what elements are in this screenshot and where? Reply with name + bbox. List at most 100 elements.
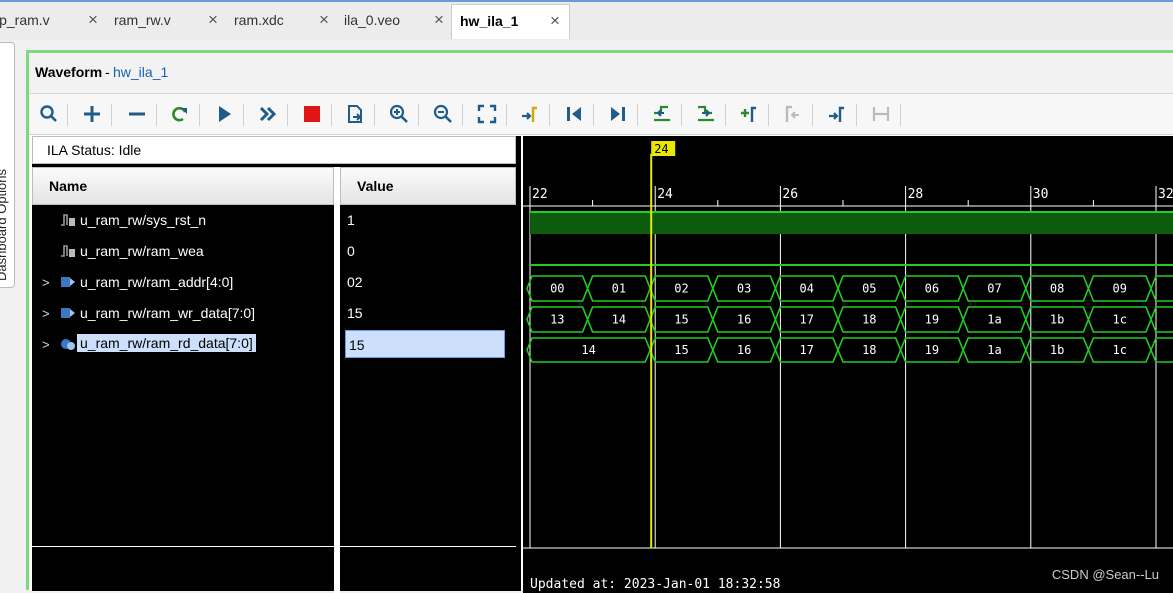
- probe-bus-icon: [61, 339, 75, 350]
- signal-value: 02: [347, 274, 363, 290]
- close-icon[interactable]: ×: [319, 4, 329, 36]
- go-to-end-icon[interactable]: [604, 100, 632, 128]
- signal-value: 1: [347, 212, 355, 228]
- tab-ila-0-veo[interactable]: ila_0.veo ×: [338, 4, 450, 38]
- ram-rd-data-value: 1c: [1112, 343, 1126, 357]
- tab-ram-rw[interactable]: ram_rw.v ×: [107, 4, 225, 38]
- signal-row[interactable]: > u_ram_rw/ram_wr_data[7:0]: [32, 299, 334, 329]
- ram-wr-data-value: 18: [862, 313, 876, 327]
- close-icon[interactable]: ×: [208, 4, 218, 36]
- remove-icon[interactable]: [123, 100, 151, 128]
- close-icon[interactable]: ×: [550, 5, 560, 37]
- ram-addr-value: 02: [674, 282, 688, 296]
- ila-status-bar: ILA Status: Idle: [32, 136, 516, 164]
- ram-addr-value: 04: [799, 282, 813, 296]
- close-icon[interactable]: ×: [88, 4, 98, 36]
- column-divider[interactable]: [334, 167, 340, 593]
- search-icon[interactable]: [35, 100, 63, 128]
- signal-value: 0: [347, 243, 355, 259]
- signal-row-selected[interactable]: > u_ram_rw/ram_rd_data[7:0]: [32, 330, 334, 360]
- expand-chevron-icon[interactable]: >: [42, 337, 50, 352]
- tab-label: ila_0.veo: [344, 12, 401, 28]
- previous-transition-icon[interactable]: [648, 100, 676, 128]
- signal-value-selected[interactable]: 15: [345, 330, 505, 358]
- export-icon[interactable]: [341, 100, 369, 128]
- ram-addr-value: 06: [925, 282, 939, 296]
- signal-name: u_ram_rw/ram_rd_data[7:0]: [77, 334, 256, 352]
- signal-name: u_ram_rw/sys_rst_n: [80, 212, 207, 228]
- go-to-start-icon[interactable]: [560, 100, 588, 128]
- previous-marker-icon[interactable]: [779, 100, 807, 128]
- value-column-header[interactable]: Value: [340, 167, 516, 205]
- tab-label: ram.xdc: [234, 12, 284, 28]
- list-bottom-divider: [32, 546, 334, 547]
- run-continuous-icon[interactable]: [254, 100, 282, 128]
- signal-row[interactable]: u_ram_rw/sys_rst_n: [32, 206, 334, 236]
- zoom-out-icon[interactable]: [429, 100, 457, 128]
- zoom-in-icon[interactable]: [385, 100, 413, 128]
- ram-wr-data-value: 16: [737, 313, 751, 327]
- waveform-canvas[interactable]: 22 24 26 28 30 32 00 01 02 03 04 05 06 07 08 09 13 14 15 16…: [523, 136, 1173, 593]
- name-header-label: Name: [49, 178, 88, 194]
- signal-row[interactable]: > u_ram_rw/ram_addr[4:0]: [32, 268, 334, 298]
- bus-signal-icon: [61, 277, 75, 287]
- watermark: CSDN @Sean--Lu: [1051, 567, 1159, 582]
- add-icon[interactable]: [78, 100, 106, 128]
- time-tick-label: 24: [657, 187, 673, 202]
- ram-rd-data-value: 17: [799, 343, 813, 357]
- ila-status-text: ILA Status: Idle: [47, 142, 142, 158]
- ram-rd-data-value: 18: [862, 343, 876, 357]
- ram-wr-data-value: 14: [612, 313, 626, 327]
- name-column-header[interactable]: Name: [32, 167, 334, 205]
- tab-label: ram_rw.v: [114, 12, 171, 28]
- time-tick-label: 26: [782, 187, 798, 202]
- ram-wr-data-value: 15: [674, 313, 688, 327]
- signal-name: u_ram_rw/ram_addr[4:0]: [80, 274, 234, 290]
- ram-wr-data-value: 17: [799, 313, 813, 327]
- next-transition-icon[interactable]: [692, 100, 720, 128]
- go-to-cursor-icon[interactable]: [516, 100, 544, 128]
- ram-rd-data-value: 19: [925, 343, 939, 357]
- add-marker-icon[interactable]: [735, 100, 763, 128]
- bus-signal-icon: [61, 308, 75, 318]
- zoom-fit-icon[interactable]: [473, 100, 501, 128]
- run-trigger-icon[interactable]: [210, 100, 238, 128]
- refresh-icon[interactable]: [166, 100, 194, 128]
- tab-ip-ram[interactable]: ip_ram.v ×: [0, 4, 103, 38]
- waveform-svg: 22 24 26 28 30 32 00 01 02 03 04 05 06 07 08 09 13 14 15 16…: [523, 141, 1173, 592]
- ram-wr-data-value: 19: [925, 313, 939, 327]
- panel-subtitle: hw_ila_1: [113, 64, 169, 80]
- ram-wr-data-value: 1b: [1050, 313, 1064, 327]
- bit-signal-icon: [61, 214, 75, 226]
- ram-wr-data-value: 1a: [987, 313, 1001, 327]
- ram-addr-value: 00: [550, 282, 564, 296]
- expand-chevron-icon[interactable]: >: [42, 306, 50, 321]
- close-icon[interactable]: ×: [434, 4, 444, 36]
- ram-addr-value: 07: [987, 282, 1001, 296]
- ram-rd-data-value: 1b: [1050, 343, 1064, 357]
- next-marker-icon[interactable]: [823, 100, 851, 128]
- stop-icon[interactable]: [298, 100, 326, 128]
- ram-wr-data-tail: [1150, 306, 1173, 333]
- ram-addr-value: 08: [1050, 282, 1064, 296]
- ram-rd-data-value: 16: [737, 343, 751, 357]
- editor-tab-bar: ip_ram.v × ram_rw.v × ram.xdc × ila_0.ve…: [0, 0, 1173, 40]
- sys-rst-n-high-fill: [530, 212, 1173, 234]
- bit-signal-icon: [61, 245, 75, 257]
- ram-rd-data-tail: [1150, 337, 1173, 363]
- ram-rd-data-value: 14: [581, 343, 595, 357]
- signal-row[interactable]: u_ram_rw/ram_wea: [32, 237, 334, 267]
- title-separator: -: [105, 64, 110, 80]
- expand-chevron-icon[interactable]: >: [42, 275, 50, 290]
- swap-cursors-icon[interactable]: [867, 100, 895, 128]
- tab-ram-xdc[interactable]: ram.xdc ×: [227, 4, 335, 38]
- tab-hw-ila-1[interactable]: hw_ila_1 ×: [451, 4, 570, 39]
- time-tick-label: 28: [908, 187, 924, 202]
- signal-name: u_ram_rw/ram_wr_data[7:0]: [80, 305, 256, 321]
- ram-wr-data-value: 1c: [1112, 313, 1126, 327]
- dashboard-options-side-tab[interactable]: Dashboard Options: [0, 42, 15, 288]
- ram-addr-value: 01: [612, 282, 626, 296]
- signal-value: 15: [347, 305, 363, 321]
- panel-title: Waveform: [35, 64, 103, 80]
- cursor-label: 24: [654, 142, 668, 156]
